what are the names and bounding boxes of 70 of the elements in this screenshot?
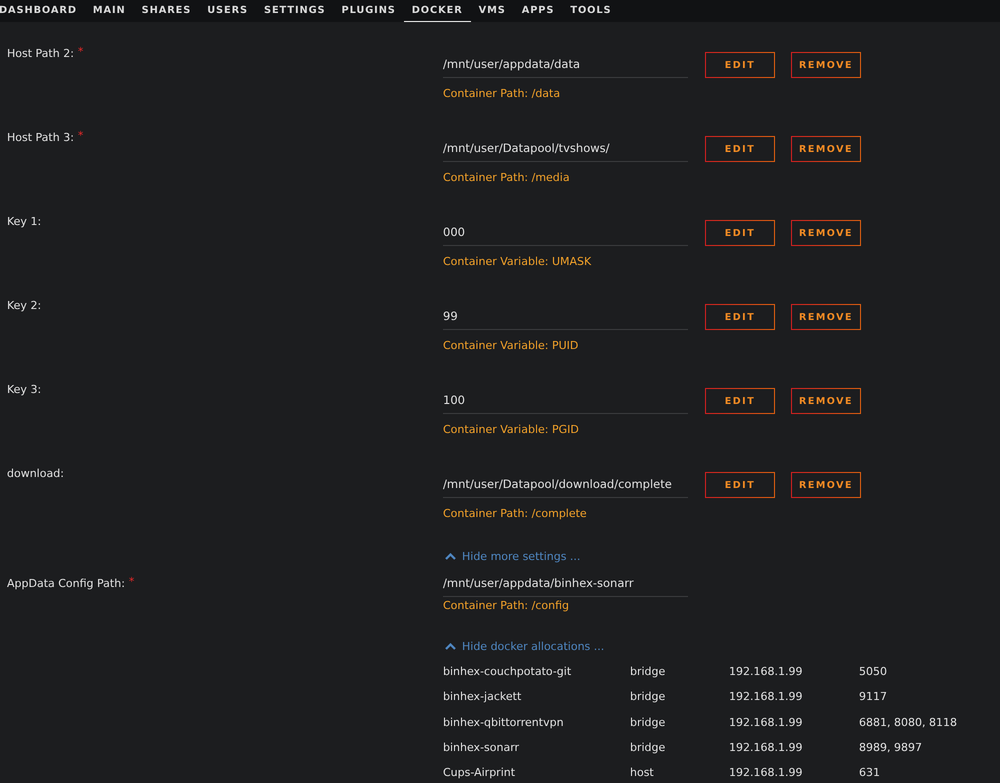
chevron-up-icon — [445, 643, 456, 650]
container-path-note: Container Variable: PUID — [443, 339, 578, 352]
setting-button[interactable]: EDIT — [705, 388, 775, 414]
ip-address-cell-text: 192.168.1.99 — [729, 766, 804, 780]
ports-cell-text: 5050 — [859, 665, 888, 678]
setting-label: Host Path 3: — [7, 131, 74, 144]
network-cell-text: bridge — [630, 665, 666, 678]
nav-tab[interactable]: TOOLS — [562, 0, 620, 22]
hide-more-settings-link[interactable]: Hide more settings ... — [445, 550, 580, 563]
container-name-cell-text: binhex-jackett — [443, 690, 522, 704]
setting-label: AppData Config Path: — [7, 577, 125, 590]
container-path-note: Container Path: /config — [443, 599, 569, 612]
nav-tab[interactable]: SETTINGS — [256, 0, 334, 22]
nav-tab[interactable]: VMS — [470, 0, 514, 22]
container-name-cell-text: binhex-couchpotato-git — [443, 665, 572, 678]
setting-button[interactable]: REMOVE — [791, 304, 861, 330]
container-path-note: Container Variable: PGID — [443, 423, 579, 436]
container-name-cell-text: Cups-Airprint — [443, 766, 516, 780]
ports-cell-text: 9117 — [859, 690, 888, 704]
nav-tab[interactable]: SHARES — [134, 0, 200, 22]
path-input-field[interactable]: /mnt/user/appdata/binhex-sonarr — [443, 572, 688, 597]
setting-button[interactable]: EDIT — [705, 52, 775, 78]
setting-button[interactable]: REMOVE — [791, 388, 861, 414]
setting-button[interactable]: REMOVE — [791, 472, 861, 498]
ip-address-cell-text: 192.168.1.99 — [729, 716, 804, 729]
setting-label: Key 3: — [7, 383, 42, 396]
setting-label: download: — [7, 467, 64, 480]
setting-button[interactable]: REMOVE — [791, 220, 861, 246]
chevron-up-icon — [445, 553, 456, 560]
container-name-cell-text: binhex-sonarr — [443, 741, 520, 754]
setting-button[interactable]: EDIT — [705, 304, 775, 330]
nav-tab[interactable]: DASHBOARD — [0, 0, 85, 22]
network-cell-text: bridge — [630, 690, 666, 704]
setting-button[interactable]: EDIT — [705, 136, 775, 162]
required-asterisk: * — [78, 129, 84, 142]
nav-tab[interactable]: PLUGINS — [333, 0, 404, 22]
nav-tab[interactable]: APPS — [514, 0, 562, 22]
setting-button[interactable]: EDIT — [705, 472, 775, 498]
setting-button[interactable]: REMOVE — [791, 136, 861, 162]
container-path-note: Container Variable: UMASK — [443, 255, 592, 268]
container-path-note: Container Path: /complete — [443, 507, 587, 520]
container-path-note: Container Path: /media — [443, 171, 570, 184]
container-name-cell-text: binhex-qbittorrentvpn — [443, 716, 565, 729]
path-input-field[interactable]: /mnt/user/appdata/data — [443, 52, 688, 78]
setting-label: Host Path 2: — [7, 47, 74, 60]
network-cell-text: bridge — [630, 741, 666, 754]
nav-tab[interactable]: DOCKER — [404, 0, 471, 22]
ports-cell-text: 8989, 9897 — [859, 741, 923, 754]
network-cell-text: host — [630, 766, 655, 780]
ip-address-cell-text: 192.168.1.99 — [729, 665, 804, 678]
path-input-field[interactable]: 000 — [443, 220, 688, 246]
required-asterisk: * — [78, 45, 84, 58]
ports-cell-text: 631 — [859, 766, 881, 780]
setting-button[interactable]: EDIT — [705, 220, 775, 246]
setting-button[interactable]: REMOVE — [791, 52, 861, 78]
ports-cell-text: 6881, 8080, 8118 — [859, 716, 958, 729]
required-asterisk: * — [128, 575, 134, 588]
setting-label: Key 2: — [7, 299, 42, 312]
path-input-field[interactable]: /mnt/user/Datapool/tvshows/ — [443, 136, 688, 162]
hide-docker-allocations-link[interactable]: Hide docker allocations ... — [445, 640, 604, 653]
ip-address-cell-text: 192.168.1.99 — [729, 741, 804, 754]
nav-tab[interactable]: MAIN — [84, 0, 134, 22]
network-cell-text: bridge — [630, 716, 666, 729]
path-input-field[interactable]: /mnt/user/Datapool/download/complete — [443, 472, 688, 498]
path-input-field[interactable]: 100 — [443, 388, 688, 414]
nav-tab[interactable]: USERS — [199, 0, 256, 22]
container-path-note: Container Path: /data — [443, 87, 560, 100]
setting-label: Key 1: — [7, 215, 42, 228]
path-input-field[interactable]: 99 — [443, 304, 688, 330]
ip-address-cell-text: 192.168.1.99 — [729, 690, 804, 704]
